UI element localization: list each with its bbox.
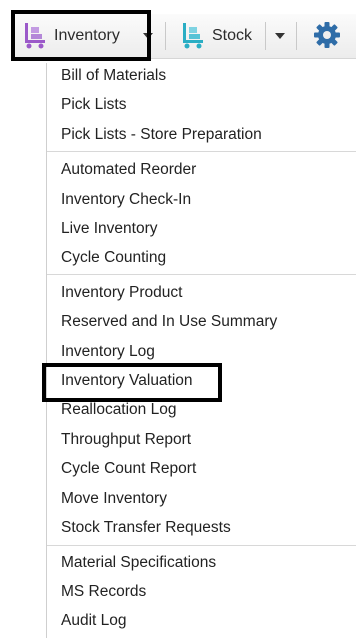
- menu-item-material-specifications[interactable]: Material Specifications: [61, 550, 216, 576]
- menu-item-bill-of-materials[interactable]: Bill of Materials: [61, 63, 166, 89]
- inventory-menu-label: Inventory: [54, 27, 120, 44]
- menu-item-move-inventory[interactable]: Move Inventory: [61, 486, 167, 512]
- menu-separator: [47, 151, 356, 152]
- menu-item-audit-log[interactable]: Audit Log: [61, 608, 127, 634]
- menu-item-cycle-count-report[interactable]: Cycle Count Report: [61, 456, 196, 482]
- menu-item-inventory-log[interactable]: Inventory Log: [61, 339, 155, 365]
- cart-icon: [25, 23, 45, 49]
- stock-dropdown-button[interactable]: [270, 14, 290, 58]
- menu-item-ms-records[interactable]: MS Records: [61, 579, 146, 605]
- chevron-down-icon: [143, 33, 153, 39]
- menu-item-automated-reorder[interactable]: Automated Reorder: [61, 157, 196, 183]
- toolbar-separator: [265, 22, 266, 50]
- menu-item-live-inventory[interactable]: Live Inventory: [61, 216, 158, 242]
- inventory-menu-button[interactable]: Inventory: [14, 14, 134, 58]
- menu-separator: [47, 274, 356, 275]
- toolbar-separator: [165, 22, 166, 50]
- cart-icon: [183, 23, 203, 49]
- menu-item-cycle-counting[interactable]: Cycle Counting: [61, 245, 166, 271]
- menu-separator: [47, 545, 356, 546]
- menu-item-stock-transfer-requests[interactable]: Stock Transfer Requests: [61, 515, 231, 541]
- menu-item-inventory-valuation[interactable]: Inventory Valuation: [61, 368, 193, 394]
- stock-menu-button[interactable]: Stock: [182, 14, 262, 58]
- menu-item-pick-lists-store-preparation[interactable]: Pick Lists - Store Preparation: [61, 122, 262, 148]
- inventory-dropdown-menu: Bill of Materials Pick Lists Pick Lists …: [46, 63, 356, 638]
- toolbar-separator: [296, 22, 297, 50]
- menu-item-throughput-report[interactable]: Throughput Report: [61, 427, 191, 453]
- app-root: Inventory Stock Bill of Materials Pick L…: [0, 0, 356, 638]
- inventory-dropdown-button[interactable]: [137, 14, 159, 58]
- menu-item-inventory-check-in[interactable]: Inventory Check-In: [61, 187, 191, 213]
- menu-item-reallocation-log[interactable]: Reallocation Log: [61, 397, 176, 423]
- chevron-down-icon: [275, 33, 285, 39]
- menu-item-reserved-and-in-use-summary[interactable]: Reserved and In Use Summary: [61, 309, 277, 335]
- stock-menu-label: Stock: [212, 27, 253, 44]
- menu-item-inventory-product[interactable]: Inventory Product: [61, 280, 182, 306]
- gear-icon[interactable]: [312, 20, 342, 50]
- toolbar: Inventory Stock: [0, 0, 356, 65]
- menu-item-pick-lists[interactable]: Pick Lists: [61, 92, 126, 118]
